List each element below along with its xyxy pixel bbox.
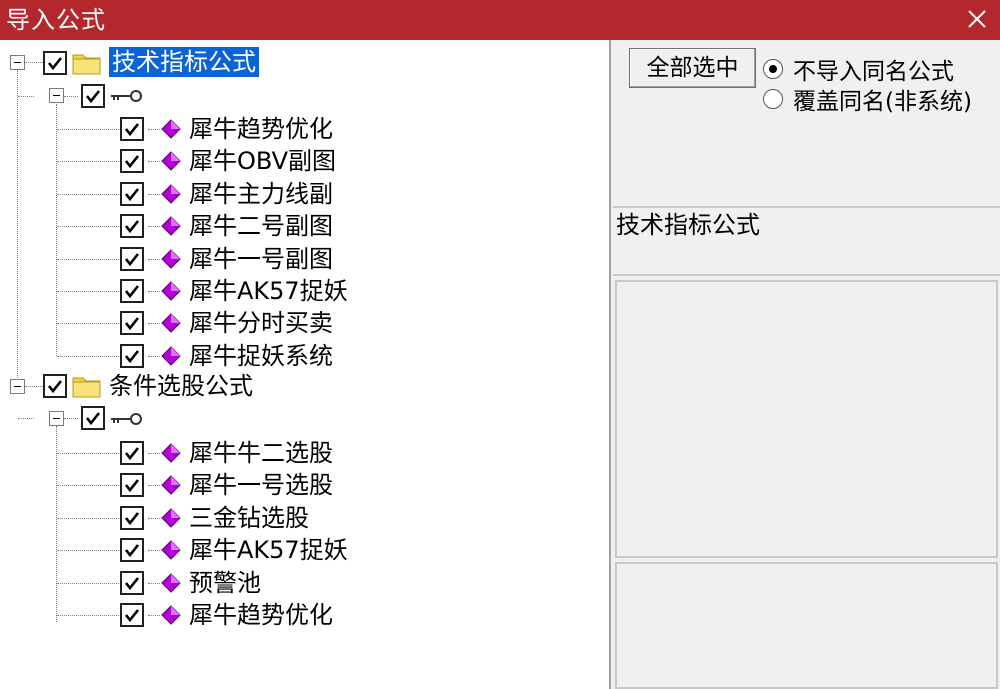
item-checkbox[interactable] (120, 603, 144, 627)
formula-icon (161, 281, 181, 301)
item-label[interactable]: 犀牛趋势优化 (189, 600, 333, 630)
folder-icon (72, 54, 101, 75)
select-all-button[interactable]: 全部选中 (629, 48, 756, 88)
item-label[interactable]: 犀牛捉妖系统 (189, 341, 333, 371)
window-title: 导入公式 (6, 6, 106, 34)
formula-icon (161, 572, 181, 593)
collapse-toggle[interactable] (49, 411, 64, 426)
item-checkbox[interactable] (120, 214, 144, 239)
item-label[interactable]: 犀牛趋势优化 (189, 114, 333, 144)
item-checkbox[interactable] (120, 117, 144, 141)
item-checkbox[interactable] (120, 505, 144, 530)
key-icon (111, 90, 142, 102)
formula-icon (161, 119, 181, 139)
radio-label: 覆盖同名(非系统) (793, 89, 972, 115)
selected-group-text: 技术指标公式 (616, 211, 760, 239)
item-label[interactable]: 犀牛OBV副图 (189, 146, 336, 176)
item-checkbox[interactable] (120, 149, 144, 174)
item-checkbox[interactable] (120, 441, 144, 465)
close-button[interactable] (962, 4, 992, 34)
item-label[interactable]: 犀牛AK57捉妖 (189, 535, 348, 565)
formula-icon (161, 313, 181, 334)
item-label[interactable]: 犀牛主力线副 (189, 179, 333, 209)
formula-icon (161, 248, 181, 269)
item-checkbox[interactable] (120, 246, 144, 271)
item-label[interactable]: 犀牛一号副图 (189, 244, 333, 274)
group-checkbox[interactable] (43, 51, 67, 75)
radio-overwrite[interactable]: 覆盖同名(非系统) (763, 84, 972, 115)
description-panel (615, 280, 998, 558)
group-checkbox[interactable] (43, 374, 67, 398)
options-pane: 全部选中 不导入同名公式 覆盖同名(非系统) 技术指标公式 (613, 40, 1000, 689)
formula-tree[interactable]: 技术指标公式 犀牛趋势优化 犀牛OBV副图 犀牛主力线副 犀牛二号副图 犀牛一号副图 犀牛… (0, 40, 611, 689)
formula-icon (161, 605, 181, 625)
title-bar: 导入公式 (0, 0, 1000, 40)
collapse-toggle[interactable] (10, 379, 25, 394)
formula-icon (161, 151, 181, 172)
formula-icon (161, 184, 181, 204)
formula-icon (161, 540, 181, 560)
item-label[interactable]: 三金钻选股 (189, 503, 309, 533)
key-icon (111, 413, 142, 425)
collapse-toggle[interactable] (49, 88, 64, 103)
item-label[interactable]: 犀牛一号选股 (189, 470, 333, 500)
item-label[interactable]: 犀牛牛二选股 (189, 438, 333, 468)
subnode-checkbox[interactable] (81, 84, 105, 108)
subnode-checkbox[interactable] (81, 406, 105, 430)
group-label[interactable]: 条件选股公式 (109, 371, 253, 401)
item-label[interactable]: 犀牛二号副图 (189, 211, 333, 241)
formula-icon (161, 216, 181, 236)
formula-icon (161, 443, 181, 463)
radio-button[interactable] (763, 89, 783, 109)
item-checkbox[interactable] (120, 279, 144, 303)
item-label[interactable]: 犀牛分时买卖 (189, 308, 333, 338)
item-checkbox[interactable] (120, 473, 144, 498)
formula-icon (161, 508, 181, 528)
collapse-toggle[interactable] (10, 55, 25, 70)
item-checkbox[interactable] (120, 343, 144, 368)
item-checkbox[interactable] (120, 311, 144, 336)
formula-icon (161, 475, 181, 496)
item-checkbox[interactable] (120, 570, 144, 595)
import-formula-dialog: 导入公式 技术指标公式 犀牛趋势优化 犀牛OBV副图 犀牛主力线副 犀牛二号副图… (0, 0, 1000, 689)
selected-group-info: 技术指标公式 (613, 206, 1000, 276)
radio-label: 不导入同名公式 (793, 59, 954, 85)
folder-icon (72, 377, 101, 398)
item-checkbox[interactable] (120, 538, 144, 563)
detail-panel (615, 562, 998, 689)
radio-button[interactable] (763, 59, 783, 79)
group-label[interactable]: 技术指标公式 (109, 47, 259, 77)
item-label[interactable]: 预警池 (189, 568, 261, 598)
close-icon (968, 10, 986, 28)
item-label[interactable]: 犀牛AK57捉妖 (189, 276, 348, 306)
item-checkbox[interactable] (120, 181, 144, 206)
formula-icon (161, 346, 181, 366)
radio-no-import[interactable]: 不导入同名公式 (763, 54, 954, 85)
